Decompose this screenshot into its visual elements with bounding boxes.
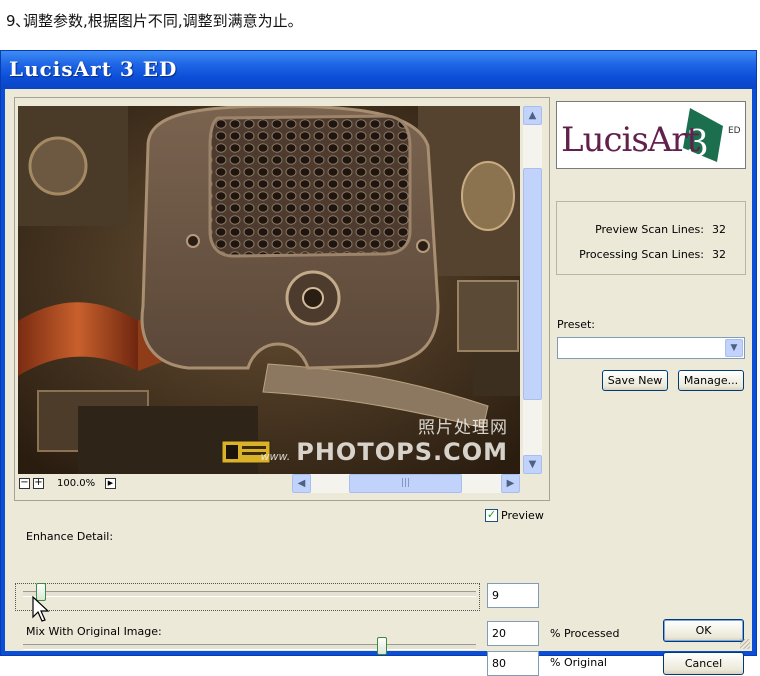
chevron-down-icon[interactable]: ▼ [725,339,743,357]
title-bar[interactable]: LucisArt 3 ED [1,51,756,89]
zoom-out-button[interactable]: − [19,478,30,489]
preview-scan-lines-value: 32 [712,223,726,236]
logo-edition: ED [728,126,741,136]
preview-checkbox-label: Preview [501,509,544,522]
preview-panel: 照片处理网 www. PHOTOPS.COM ▲ ▼ − + 100.0% ▶ ◀… [14,97,550,501]
watermark-en: PHOTOPS.COM [296,438,508,466]
original-percent-label: % Original [550,656,607,669]
vertical-scroll-thumb[interactable] [523,168,542,400]
preview-horizontal-scrollbar[interactable]: ◀ ||| ▶ [292,474,520,493]
manage-button[interactable]: Manage... [678,370,744,391]
mix-original-label: Mix With Original Image: [26,625,162,638]
processing-scan-lines-value: 32 [712,248,726,261]
zoom-level: 100.0% [57,478,96,489]
lucisart-logo: 3 LucisArt ED [556,101,746,169]
preview-scan-lines-label: Preview Scan Lines: [595,223,704,236]
ok-button[interactable]: OK [663,619,744,642]
window-title: LucisArt 3 ED [9,57,178,81]
tutorial-caption: 9､调整参数,根据图片不同,调整到满意为止。 [6,12,303,30]
engine-preview-image[interactable]: 照片处理网 www. PHOTOPS.COM [18,106,520,474]
processed-percent-input[interactable]: 20 [487,621,539,646]
watermark-cn: 照片处理网 [418,418,508,438]
preview-checkbox[interactable]: ✓ [485,509,498,522]
mouse-pointer-icon [32,596,50,622]
original-percent-input[interactable]: 80 [487,651,539,676]
enhance-focus-outline [15,583,480,611]
processed-percent-label: % Processed [550,627,620,640]
resize-grip[interactable] [740,639,750,649]
preview-vertical-scrollbar[interactable]: ▲ ▼ [523,106,542,474]
chevron-right-icon[interactable]: ▶ [501,474,520,493]
zoom-menu-icon[interactable]: ▶ [105,478,116,489]
chevron-left-icon[interactable]: ◀ [292,474,311,493]
watermark-www: www. [260,450,291,463]
zoom-in-button[interactable]: + [33,478,44,489]
processing-scan-lines-label: Processing Scan Lines: [579,248,704,261]
horizontal-scroll-thumb[interactable]: ||| [349,474,462,493]
preset-label: Preset: [557,318,596,331]
watermark: 照片处理网 www. PHOTOPS.COM [260,413,508,466]
mix-original-slider[interactable] [377,637,388,655]
chevron-up-icon[interactable]: ▲ [523,106,542,125]
cancel-button[interactable]: Cancel [663,652,744,675]
enhance-detail-track[interactable] [23,591,476,597]
chevron-down-icon[interactable]: ▼ [523,455,542,474]
logo-wordmark: LucisArt [561,120,700,160]
enhance-detail-input[interactable]: 9 [487,583,539,608]
lucisart-dialog: LucisArt 3 ED 照片处理网 www. PHOTOPS.COM ▲ ▼… [0,50,757,676]
scan-lines-info: Preview Scan Lines: 32 Processing Scan L… [556,201,746,275]
enhance-detail-label: Enhance Detail: [26,530,114,543]
dialog-body: 照片处理网 www. PHOTOPS.COM ▲ ▼ − + 100.0% ▶ ◀… [5,89,752,676]
mix-original-track[interactable] [23,644,476,650]
save-new-button[interactable]: Save New [602,370,668,391]
preset-dropdown[interactable]: ▼ [557,337,745,359]
